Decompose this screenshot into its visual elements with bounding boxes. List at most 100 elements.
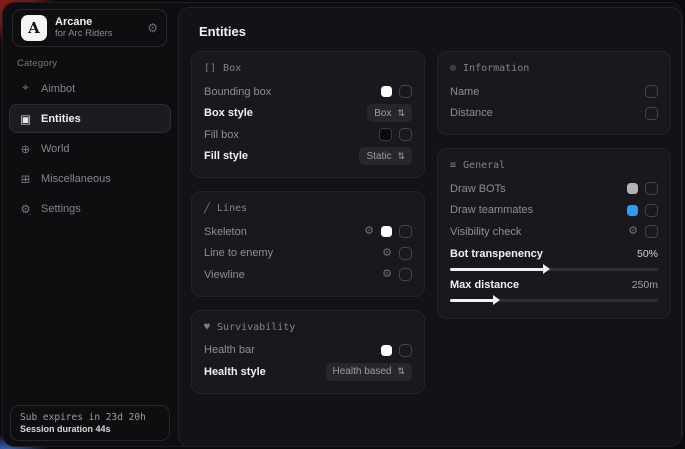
- setting-label: Viewline: [204, 269, 382, 281]
- right-column: ⊙ Information Name Distance ≡GeneralDraw BOT…: [437, 51, 671, 394]
- row-controls: ⚙: [382, 247, 412, 260]
- color-swatch[interactable]: [379, 128, 392, 141]
- row-controls: ⚙: [364, 225, 412, 238]
- setting-health-style: Health styleHealth based⇅: [204, 361, 412, 383]
- sidebar-item-aimbot[interactable]: ⌖ Aimbot: [9, 74, 171, 103]
- bot-transpenency-slider[interactable]: [450, 268, 658, 271]
- main-panel: Entities []BoxBounding boxBox styleBox⇅F…: [178, 7, 682, 447]
- max-distance-slider[interactable]: [450, 299, 658, 302]
- card-general: ≡GeneralDraw BOTsDraw teammatesVisibilit…: [437, 148, 671, 319]
- visibility-check-checkbox[interactable]: [645, 225, 658, 238]
- sidebar-item-settings[interactable]: ⚙ Settings: [9, 194, 171, 223]
- gear-icon[interactable]: ⚙: [628, 226, 638, 237]
- setting-label: Skeleton: [204, 226, 364, 238]
- dropdown-value: Static: [366, 151, 391, 162]
- line-icon: ╱: [204, 203, 210, 214]
- sidebar-item-miscellaneous[interactable]: ⊞Miscellaneous: [9, 164, 171, 193]
- sidebar-item-label: Settings: [41, 203, 81, 215]
- info-icon: ⊙: [450, 63, 456, 74]
- setting-label: Distance: [450, 107, 645, 119]
- card-box: []BoxBounding boxBox styleBox⇅Fill boxFi…: [191, 51, 425, 178]
- chevrons-up-down-icon: ⇅: [397, 108, 405, 119]
- app-title: Arcane: [55, 16, 139, 29]
- color-swatch[interactable]: [627, 205, 638, 216]
- bounding-box-checkbox[interactable]: [399, 85, 412, 98]
- slider-header: Max distance250m: [450, 277, 658, 293]
- setting-bot-transpenency: Bot transpenency50%: [450, 246, 658, 271]
- slider-value: 50%: [637, 248, 658, 260]
- row-controls: [627, 204, 658, 217]
- viewline-checkbox[interactable]: [399, 268, 412, 281]
- gear-icon[interactable]: ⚙: [364, 226, 374, 237]
- card-information: ⊙ Information Name Distance: [437, 51, 671, 135]
- sidebar-item-entities[interactable]: ▣Entities: [9, 104, 171, 133]
- card-title: Box: [223, 63, 241, 74]
- sidebar-nav: ⌖ Aimbot ▣Entities⊕World⊞Miscellaneous ⚙ Set…: [9, 74, 171, 223]
- sidebar-item-label: Aimbot: [41, 83, 75, 95]
- setting-distance: Distance: [450, 103, 658, 125]
- card-title: Information: [463, 63, 529, 74]
- sliders-icon: ≡: [450, 160, 456, 171]
- page-title: Entities: [199, 24, 671, 39]
- setting-draw-teammates: Draw teammates: [450, 200, 658, 222]
- category-label: Category: [17, 58, 57, 69]
- fill-style-dropdown[interactable]: Static⇅: [359, 147, 412, 165]
- row-controls: ⚙: [628, 225, 658, 238]
- app-window: A Arcane for Arc Riders ⚙ Category ⌖ Aimb…: [2, 2, 683, 447]
- distance-checkbox[interactable]: [645, 107, 658, 120]
- color-swatch[interactable]: [381, 345, 392, 356]
- gear-icon[interactable]: ⚙: [382, 248, 392, 259]
- setting-label: Name: [450, 86, 645, 98]
- crosshair-icon: ⌖: [19, 82, 32, 95]
- row-controls: [379, 128, 412, 141]
- line-to-enemy-checkbox[interactable]: [399, 247, 412, 260]
- setting-skeleton: Skeleton⚙: [204, 221, 412, 243]
- setting-health-bar: Health bar: [204, 340, 412, 362]
- card-columns: []BoxBounding boxBox styleBox⇅Fill boxFi…: [189, 51, 671, 394]
- brand-text: Arcane for Arc Riders: [55, 16, 139, 40]
- card-title: Lines: [217, 203, 247, 214]
- setting-max-distance: Max distance250m: [450, 277, 658, 302]
- row-controls: [627, 182, 658, 195]
- color-swatch[interactable]: [381, 226, 392, 237]
- dropdown-value: Box: [374, 108, 391, 119]
- skeleton-checkbox[interactable]: [399, 225, 412, 238]
- setting-label: Max distance: [450, 279, 632, 291]
- dropdown-value: Health based: [333, 366, 392, 377]
- color-swatch[interactable]: [381, 86, 392, 97]
- entities-icon: ▣: [19, 112, 32, 126]
- grid-icon: ⊞: [19, 172, 32, 186]
- sidebar-item-label: World: [41, 143, 70, 155]
- gear-icon: ⚙: [19, 202, 32, 216]
- setting-box-style: Box style Box ⇅: [204, 103, 412, 125]
- fill-box-checkbox[interactable]: [399, 128, 412, 141]
- setting-line-to-enemy: Line to enemy⚙: [204, 243, 412, 265]
- setting-name: Name: [450, 81, 658, 103]
- setting-label: Box style: [204, 107, 367, 119]
- color-swatch[interactable]: [627, 183, 638, 194]
- sidebar-item-world[interactable]: ⊕World: [9, 134, 171, 163]
- row-controls: [381, 344, 412, 357]
- card-header: []Box: [204, 63, 412, 74]
- session-duration-text: Session duration 44s: [20, 424, 160, 434]
- row-controls: [645, 85, 658, 98]
- app-logo: A: [21, 15, 47, 41]
- card-survivability: ♥ Survivability Health barHealth styleHeal…: [191, 310, 425, 394]
- draw-bots-checkbox[interactable]: [645, 182, 658, 195]
- card-title: Survivability: [217, 322, 295, 333]
- sub-expiry-text: Sub expires in 23d 20h: [20, 412, 160, 423]
- brand-gear-icon[interactable]: ⚙: [147, 21, 158, 35]
- setting-label: Line to enemy: [204, 247, 382, 259]
- gear-icon[interactable]: ⚙: [382, 269, 392, 280]
- box-style-dropdown[interactable]: Box ⇅: [367, 104, 412, 122]
- draw-teammates-checkbox[interactable]: [645, 204, 658, 217]
- health-style-dropdown[interactable]: Health based⇅: [326, 363, 412, 381]
- slider-header: Bot transpenency50%: [450, 246, 658, 262]
- brand-card: A Arcane for Arc Riders ⚙: [12, 9, 167, 47]
- slider-thumb[interactable]: [493, 295, 500, 305]
- health-bar-checkbox[interactable]: [399, 344, 412, 357]
- heart-icon: ♥: [204, 322, 210, 333]
- slider-thumb[interactable]: [543, 264, 550, 274]
- row-controls: [645, 107, 658, 120]
- name-checkbox[interactable]: [645, 85, 658, 98]
